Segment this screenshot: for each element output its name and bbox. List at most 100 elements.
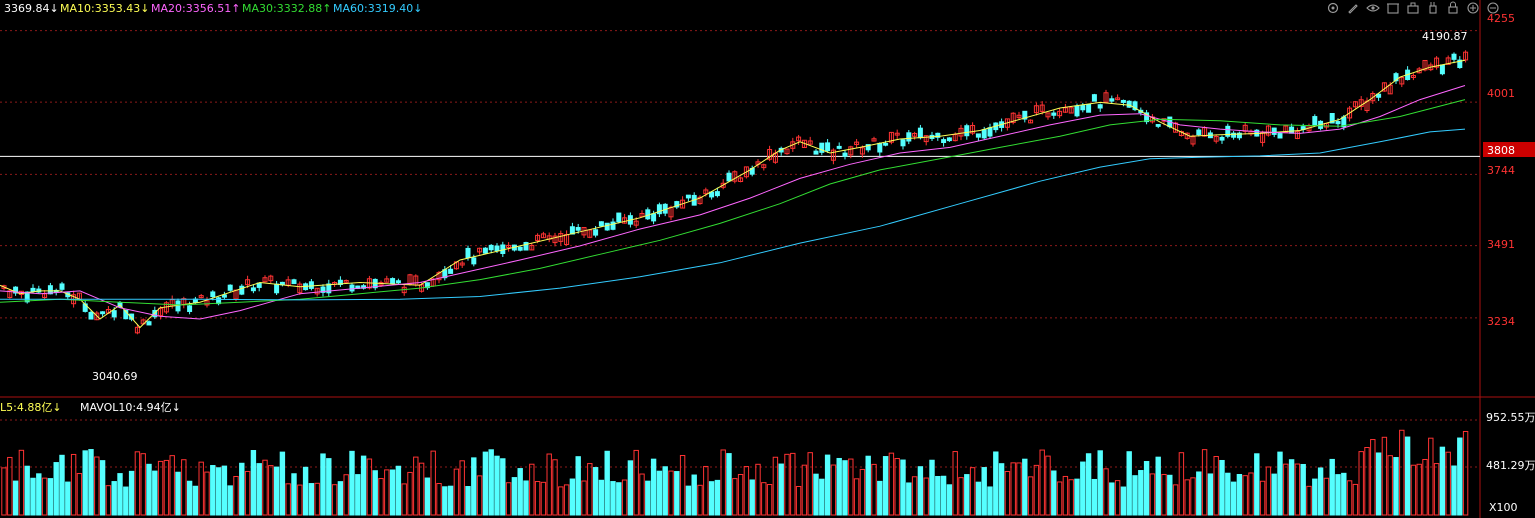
volume-bar [343, 474, 349, 516]
volume-bar [117, 473, 123, 516]
volume-bar [1445, 451, 1451, 516]
candle [975, 133, 981, 138]
volume-bar [308, 483, 315, 516]
hand-icon[interactable] [1429, 2, 1437, 14]
ma-line-ma60 [0, 128, 1466, 301]
volume-bar [679, 455, 686, 516]
volume-bar [12, 480, 19, 516]
volume-bar [865, 455, 871, 516]
volume-bar [395, 465, 402, 516]
price-tick: 3491 [1487, 238, 1515, 251]
volume-bar [743, 466, 750, 516]
candle [1126, 100, 1132, 108]
volume-bar [1004, 470, 1011, 516]
volume-bar [1219, 459, 1225, 516]
volume-bar [529, 463, 535, 516]
candle [1086, 104, 1092, 113]
volume-bar [1103, 468, 1109, 516]
candle [30, 287, 36, 293]
volume-bar [552, 459, 558, 516]
volume-bar [1097, 450, 1103, 516]
volume-bar [1213, 456, 1219, 516]
candle [250, 287, 256, 292]
ma-line-ma20 [0, 85, 1466, 320]
volume-bar [1155, 456, 1161, 516]
settings-icon[interactable] [1327, 2, 1339, 14]
volume-bar [969, 467, 976, 516]
volume-bar [204, 471, 210, 516]
volume-bar [505, 482, 512, 516]
volume-bar [47, 478, 54, 516]
close-value: 3369.84↓ [4, 2, 59, 15]
volume-bar [795, 485, 802, 516]
zoom-in-icon[interactable] [1467, 2, 1479, 14]
volume-bar [1404, 436, 1411, 516]
volume-bar [418, 462, 425, 516]
volume-bar [558, 486, 564, 516]
kline-chart[interactable]: 3369.84↓ MA10:3353.43↓ MA20:3356.51↑ MA3… [0, 0, 1535, 518]
volume-bar [1387, 455, 1393, 516]
volume-bar [813, 473, 819, 516]
candle [88, 311, 94, 320]
volume-bar [36, 473, 42, 516]
volume-bar [111, 481, 117, 516]
volume-bar [244, 470, 251, 516]
volume-bar [105, 485, 112, 516]
volume-bar [1462, 430, 1469, 516]
volume-bar [1109, 482, 1115, 516]
volume-bar [575, 456, 581, 516]
volume-bar [1259, 480, 1266, 516]
volume-bar [1375, 452, 1382, 516]
volume-bar [703, 465, 709, 516]
volume-bar [76, 473, 83, 516]
volume-bar [482, 451, 489, 516]
eye-icon[interactable] [1366, 4, 1380, 12]
volume-bar [1051, 470, 1057, 516]
building-icon[interactable] [1387, 3, 1399, 14]
volume-bar [221, 465, 228, 516]
volume-bar [691, 474, 697, 516]
candle [593, 229, 599, 236]
volume-bar [1161, 473, 1167, 516]
volume-bar [598, 479, 605, 516]
volume-bar [500, 458, 506, 516]
candle [488, 244, 494, 251]
volume-bar [1451, 465, 1457, 516]
volume-bar [749, 479, 755, 516]
volume-bar [871, 463, 877, 516]
volume-bar [1364, 447, 1370, 516]
volume-bar [993, 451, 999, 516]
lock-icon[interactable] [1448, 1, 1458, 14]
candle [987, 127, 993, 137]
volume-bar [227, 485, 233, 516]
toolbar [1327, 1, 1499, 14]
candle [1074, 105, 1080, 117]
volume-bar [442, 486, 448, 516]
candle [111, 310, 117, 318]
volume-bar [30, 477, 36, 516]
volume-bar [807, 452, 813, 516]
volume-bar [494, 455, 500, 516]
volume-bar [389, 469, 396, 516]
volume-bar [163, 459, 170, 516]
price-tick: 3744 [1487, 164, 1515, 177]
volume-bar [1149, 473, 1156, 516]
candle [714, 191, 720, 197]
candle [981, 129, 987, 139]
briefcase-icon[interactable] [1407, 2, 1419, 14]
volume-bar [1056, 481, 1063, 516]
volume-bar [279, 451, 286, 516]
volume-bar [952, 451, 958, 516]
volume-bar [407, 471, 413, 516]
candle [651, 213, 657, 222]
pen-icon[interactable] [1348, 4, 1358, 14]
volume-bar [24, 465, 30, 516]
candle [1120, 99, 1126, 103]
volume-tick: 481.29万 [1486, 459, 1535, 472]
volume-bar [853, 478, 860, 516]
volume-bar [430, 450, 436, 516]
candle [482, 247, 488, 254]
volume-bar [1074, 478, 1080, 516]
volume-bar [523, 480, 529, 516]
volume-bar [981, 467, 987, 516]
